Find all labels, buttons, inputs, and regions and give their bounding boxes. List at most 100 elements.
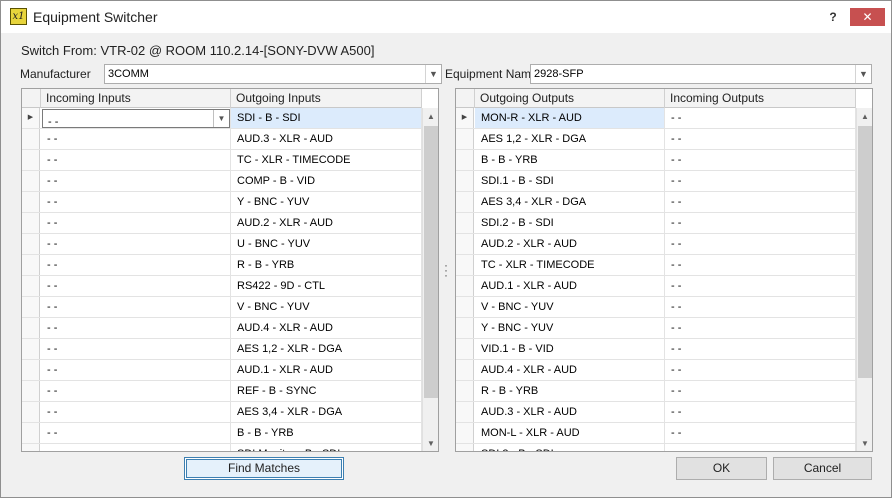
scroll-thumb[interactable]: [424, 126, 438, 398]
table-row[interactable]: B - B - YRB - -: [456, 150, 856, 171]
scroll-up-icon[interactable]: ▲: [857, 108, 872, 125]
table-cell[interactable]: - -: [665, 381, 856, 401]
table-cell[interactable]: - -: [665, 171, 856, 191]
table-cell[interactable]: U - BNC - YUV: [231, 234, 422, 254]
inputs-grid[interactable]: Incoming Inputs Outgoing Inputs ▶ - - ▼ SDI…: [21, 88, 439, 452]
column-header-incoming-inputs[interactable]: Incoming Inputs: [41, 89, 231, 108]
table-row[interactable]: - - AUD.2 - XLR - AUD: [22, 213, 422, 234]
row-header[interactable]: [22, 339, 40, 359]
table-cell[interactable]: SDI Monitor - B - SDI: [231, 444, 422, 451]
row-header[interactable]: [456, 192, 474, 212]
row-header[interactable]: [22, 150, 40, 170]
table-row[interactable]: - - AUD.1 - XLR - AUD: [22, 360, 422, 381]
table-cell[interactable]: - -: [665, 129, 856, 149]
scroll-down-icon[interactable]: ▼: [857, 435, 872, 451]
table-cell[interactable]: - -: [665, 213, 856, 233]
table-cell[interactable]: AUD.4 - XLR - AUD: [475, 360, 665, 380]
table-row[interactable]: Y - BNC - YUV - -: [456, 318, 856, 339]
table-cell[interactable]: - -: [41, 255, 231, 275]
table-cell[interactable]: [41, 444, 231, 451]
table-cell[interactable]: SDI.3 - B - SDI: [475, 444, 665, 451]
table-cell[interactable]: TC - XLR - TIMECODE: [475, 255, 665, 275]
table-cell[interactable]: R - B - YRB: [231, 255, 422, 275]
table-row[interactable]: - -V - BNC - YUV: [22, 297, 422, 318]
row-header[interactable]: [456, 318, 474, 338]
row-header[interactable]: [456, 444, 474, 451]
table-row[interactable]: ▶ - - ▼ SDI - B - SDI: [22, 108, 422, 129]
table-cell[interactable]: AUD.4 - XLR - AUD: [231, 318, 422, 338]
table-row[interactable]: SDI.2 - B - SDI - -: [456, 213, 856, 234]
table-row[interactable]: V - BNC - YUV - -: [456, 297, 856, 318]
table-row[interactable]: - -U - BNC - YUV: [22, 234, 422, 255]
table-cell[interactable]: - -: [41, 360, 231, 380]
table-cell[interactable]: - - ▼: [41, 108, 231, 128]
table-cell[interactable]: Y - BNC - YUV: [475, 318, 665, 338]
table-cell[interactable]: B - B - YRB: [475, 150, 665, 170]
cancel-button[interactable]: Cancel: [773, 457, 872, 480]
table-cell[interactable]: R - B - YRB: [475, 381, 665, 401]
table-cell[interactable]: - -: [41, 402, 231, 422]
table-cell[interactable]: - -: [665, 108, 856, 128]
row-header[interactable]: [456, 171, 474, 191]
table-cell[interactable]: MON-L - XLR - AUD: [475, 423, 665, 443]
row-header[interactable]: [456, 213, 474, 233]
table-row[interactable]: SDI.3 - B - SDI- -: [456, 444, 856, 451]
table-cell[interactable]: COMP - B - VID: [231, 171, 422, 191]
table-cell[interactable]: - -: [665, 444, 856, 451]
table-cell[interactable]: - -: [41, 339, 231, 359]
row-header[interactable]: [22, 381, 40, 401]
table-row[interactable]: AES 3,4 - XLR - DGA - -: [456, 192, 856, 213]
table-row[interactable]: MON-L - XLR - AUD - -: [456, 423, 856, 444]
chevron-down-icon[interactable]: ▼: [855, 65, 871, 83]
table-cell[interactable]: - -: [41, 171, 231, 191]
find-matches-button[interactable]: Find Matches: [184, 457, 344, 480]
table-cell[interactable]: - -: [665, 318, 856, 338]
table-cell[interactable]: V - BNC - YUV: [231, 297, 422, 317]
table-row[interactable]: AUD.2 - XLR - AUD - -: [456, 234, 856, 255]
table-row[interactable]: ▶ MON-R - XLR - AUD - -: [456, 108, 856, 129]
table-cell[interactable]: B - B - YRB: [231, 423, 422, 443]
table-cell[interactable]: AUD.3 - XLR - AUD: [475, 402, 665, 422]
row-header[interactable]: [22, 213, 40, 233]
table-cell[interactable]: - -: [665, 423, 856, 443]
row-header[interactable]: [22, 255, 40, 275]
table-cell[interactable]: - -: [665, 297, 856, 317]
current-row-arrow-icon[interactable]: ▶: [456, 108, 474, 128]
table-row[interactable]: TC - XLR - TIMECODE - -: [456, 255, 856, 276]
table-cell[interactable]: AUD.1 - XLR - AUD: [231, 360, 422, 380]
table-row[interactable]: SDI Monitor - B - SDI: [22, 444, 422, 451]
column-header-outgoing-inputs[interactable]: Outgoing Inputs: [231, 89, 422, 108]
row-header[interactable]: [456, 339, 474, 359]
row-header[interactable]: [456, 255, 474, 275]
current-row-arrow-icon[interactable]: ▶: [22, 108, 40, 128]
table-cell[interactable]: SDI.1 - B - SDI: [475, 171, 665, 191]
table-cell[interactable]: REF - B - SYNC: [231, 381, 422, 401]
row-header[interactable]: [22, 423, 40, 443]
table-row[interactable]: - - COMP - B - VID: [22, 171, 422, 192]
table-row[interactable]: AUD.1 - XLR - AUD - -: [456, 276, 856, 297]
table-row[interactable]: AES 1,2 - XLR - DGA - -: [456, 129, 856, 150]
table-cell[interactable]: - -: [665, 360, 856, 380]
table-row[interactable]: VID.1 - B - VID - -: [456, 339, 856, 360]
help-button[interactable]: ?: [823, 7, 843, 27]
table-row[interactable]: - -Y - BNC - YUV: [22, 192, 422, 213]
table-row[interactable]: AUD.3 - XLR - AUD - -: [456, 402, 856, 423]
inputs-scrollbar[interactable]: ▲ ▼: [422, 108, 438, 451]
chevron-down-icon[interactable]: ▼: [213, 110, 229, 127]
table-cell[interactable]: AES 3,4 - XLR - DGA: [231, 402, 422, 422]
row-header[interactable]: [22, 444, 40, 451]
row-header[interactable]: [22, 318, 40, 338]
table-cell[interactable]: AUD.3 - XLR - AUD: [231, 129, 422, 149]
outputs-grid[interactable]: Outgoing Outputs Incoming Outputs ▶ MON-R…: [455, 88, 873, 452]
cell-dropdown[interactable]: - - ▼: [42, 109, 230, 128]
table-cell[interactable]: - -: [665, 255, 856, 275]
outputs-scrollbar[interactable]: ▲ ▼: [856, 108, 872, 451]
table-cell[interactable]: TC - XLR - TIMECODE: [231, 150, 422, 170]
table-cell[interactable]: - -: [41, 234, 231, 254]
table-cell[interactable]: RS422 - 9D - CTL: [231, 276, 422, 296]
table-cell[interactable]: SDI.2 - B - SDI: [475, 213, 665, 233]
table-cell[interactable]: AUD.2 - XLR - AUD: [231, 213, 422, 233]
row-header[interactable]: [22, 360, 40, 380]
table-row[interactable]: - - TC - XLR - TIMECODE: [22, 150, 422, 171]
table-row[interactable]: - - REF - B - SYNC: [22, 381, 422, 402]
